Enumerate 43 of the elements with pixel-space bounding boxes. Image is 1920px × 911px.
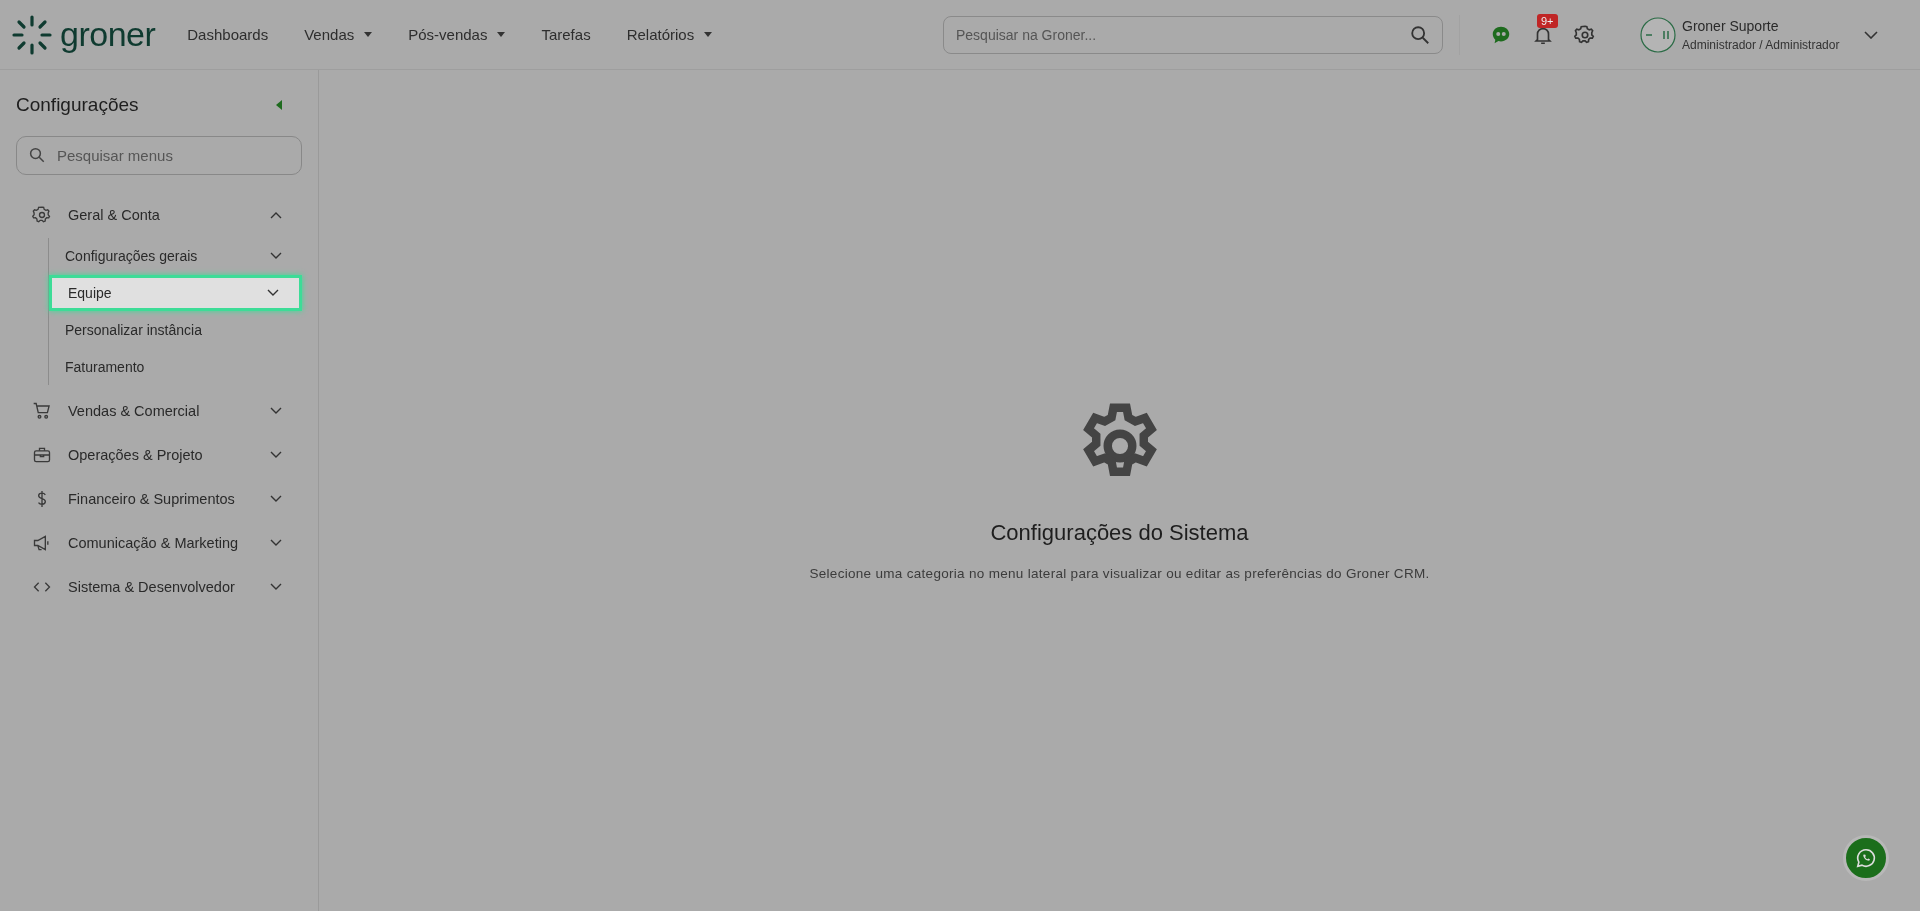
briefcase-icon xyxy=(32,445,52,465)
user-name: Groner Suporte xyxy=(1682,17,1780,34)
avatar[interactable] xyxy=(1640,16,1676,53)
search-icon xyxy=(1409,23,1431,46)
page-title: Configurações do Sistema xyxy=(990,520,1249,546)
menu-item[interactable]: Equipe xyxy=(49,275,302,311)
collapse-icon[interactable] xyxy=(276,100,282,110)
menu-group[interactable]: Geral & Conta xyxy=(16,193,302,237)
menu-search-field[interactable]: Pesquisar menus xyxy=(16,136,302,175)
menu-group[interactable]: Sistema & Desenvolvedor xyxy=(16,565,302,609)
nav-link[interactable]: Pós-vendas xyxy=(408,26,506,43)
chevron-down-icon xyxy=(270,539,282,547)
settings-icon[interactable] xyxy=(1574,23,1596,46)
chevron-up-icon xyxy=(270,211,282,219)
menu-group[interactable]: Vendas & Comercial xyxy=(16,389,302,433)
search-icon xyxy=(28,146,46,164)
chevron-down-icon xyxy=(270,583,282,591)
logo-icon xyxy=(12,14,52,55)
sidebar-title: Configurações xyxy=(16,94,139,116)
search-field[interactable]: Pesquisar na Groner... xyxy=(943,15,1443,54)
gear-icon xyxy=(32,205,52,225)
nav-link[interactable]: Tarefas xyxy=(541,26,591,43)
menu-group[interactable]: Financeiro & Suprimentos xyxy=(16,477,302,521)
menu-group[interactable]: Comunicação & Marketing xyxy=(16,521,302,565)
whatsapp-icon xyxy=(1855,847,1877,869)
menu-item[interactable]: Personalizar instância xyxy=(49,312,302,348)
chevron-down-icon xyxy=(270,451,282,459)
nav-link[interactable]: Vendas xyxy=(304,26,373,43)
page-subtitle: Selecione uma categoria no menu lateral para visualizar ou editar as preferências do Groner CRM. xyxy=(809,566,1430,581)
menu-item[interactable]: Configurações gerais xyxy=(49,238,302,274)
chevron-down-icon[interactable] xyxy=(1864,30,1878,39)
menu-item[interactable]: Faturamento xyxy=(49,349,302,385)
cart-icon xyxy=(32,401,52,421)
chevron-down-icon xyxy=(270,495,282,503)
megaphone-icon xyxy=(32,533,52,553)
menu-group[interactable]: Operações & Projeto xyxy=(16,433,302,477)
nav-link[interactable]: Dashboards xyxy=(187,26,269,43)
nav-link[interactable]: Relatórios xyxy=(626,26,713,43)
chevron-down-icon xyxy=(270,407,282,415)
user-role: Administrador / Administrador xyxy=(1682,37,1841,52)
whatsapp-button[interactable] xyxy=(1843,835,1889,881)
notification-badge: 9+ xyxy=(1537,13,1558,28)
logo-text: groner xyxy=(60,15,156,54)
